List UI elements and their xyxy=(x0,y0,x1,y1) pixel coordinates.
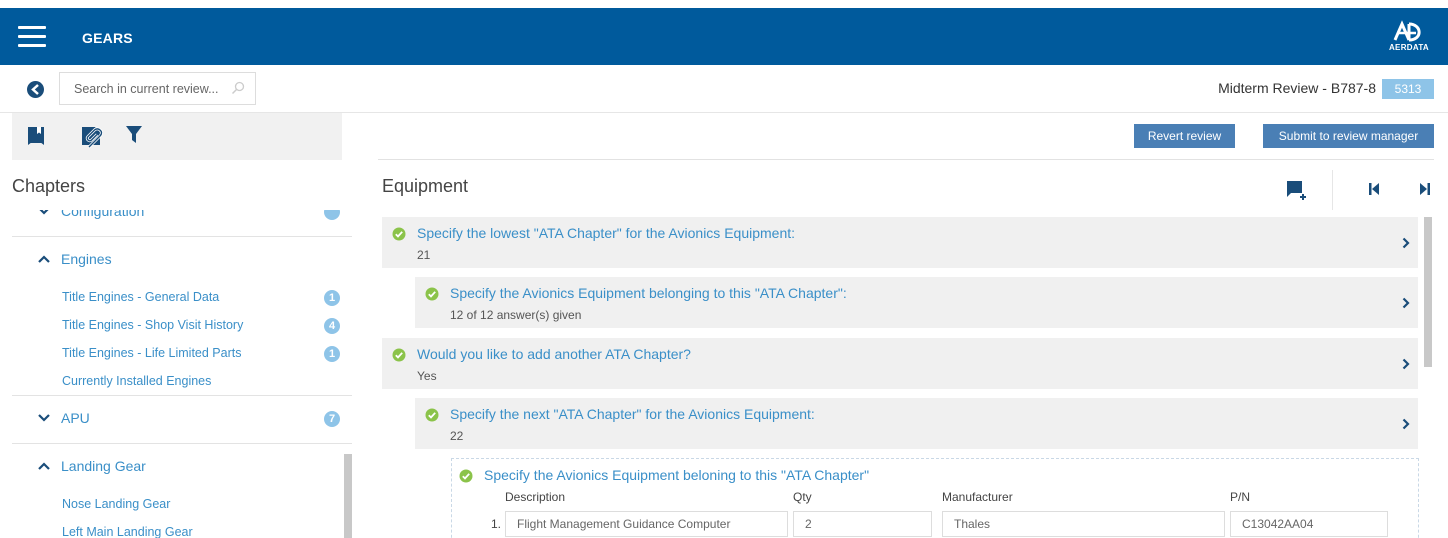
chevron-down-icon xyxy=(39,210,49,215)
question-row[interactable]: Specify the next "ATA Chapter" for the A… xyxy=(415,398,1418,449)
question-answer: 22 xyxy=(450,429,464,443)
chevron-up-icon xyxy=(38,462,50,470)
main-header-icons xyxy=(1284,170,1434,210)
chapter-label: Landing Gear xyxy=(61,458,146,474)
review-title: Midterm Review - B787-8 xyxy=(1218,80,1376,96)
question-row[interactable]: Specify the lowest "ATA Chapter" for the… xyxy=(382,217,1418,268)
description-field[interactable]: Flight Management Guidance Computer xyxy=(505,511,788,537)
qty-field[interactable]: 2 xyxy=(793,511,932,537)
chevron-down-icon xyxy=(38,414,50,422)
check-circle-icon xyxy=(425,287,439,301)
pn-field[interactable]: C13042AA04 xyxy=(1230,511,1388,537)
equipment-detail-panel: Specify the Avionics Equipment beloning … xyxy=(451,458,1419,538)
chapter-label: APU xyxy=(61,410,90,426)
main-scrollbar[interactable] xyxy=(1424,217,1432,367)
column-header-pn: P/N xyxy=(1230,490,1251,504)
aerdata-logo: AERDATA xyxy=(1386,20,1432,56)
search-box xyxy=(59,72,256,105)
question-text: Would you like to add another ATA Chapte… xyxy=(417,346,691,362)
question-row[interactable]: Specify the Avionics Equipment belonging… xyxy=(415,277,1418,328)
submit-review-button[interactable]: Submit to review manager xyxy=(1263,124,1434,148)
sidebar-toolbar xyxy=(12,113,342,160)
search-input[interactable] xyxy=(60,73,225,104)
first-icon[interactable] xyxy=(1368,182,1380,196)
search-icon[interactable] xyxy=(231,81,245,95)
sidebar-item[interactable]: Nose Landing Gear xyxy=(12,491,352,519)
bookmark-icon[interactable] xyxy=(26,125,46,147)
section-title: Equipment xyxy=(382,176,469,196)
add-comment-icon[interactable] xyxy=(1286,180,1308,200)
chevron-right-icon[interactable] xyxy=(1402,418,1410,430)
sidebar-item[interactable]: Left Main Landing Gear xyxy=(12,519,352,538)
divider xyxy=(1332,170,1333,210)
sidebar-item[interactable]: Title Engines - General Data 1 xyxy=(12,284,352,312)
chapters-sidebar: Configuration Engines Title Engines - Ge… xyxy=(12,210,352,538)
check-circle-icon xyxy=(425,408,439,422)
question-text: Specify the lowest "ATA Chapter" for the… xyxy=(417,225,796,241)
filter-icon[interactable] xyxy=(126,125,142,145)
chevron-right-icon[interactable] xyxy=(1402,358,1410,370)
column-header-manufacturer: Manufacturer xyxy=(942,490,1013,504)
column-header-description: Description xyxy=(505,490,566,504)
app-title: GEARS xyxy=(82,30,133,46)
chevron-right-icon[interactable] xyxy=(1402,237,1410,249)
divider xyxy=(378,159,1434,160)
chapter-configuration[interactable]: Configuration xyxy=(12,210,352,237)
chapter-landing-gear-header[interactable]: Landing Gear xyxy=(12,444,352,491)
check-circle-icon xyxy=(392,227,406,241)
question-text: Specify the Avionics Equipment belonging… xyxy=(450,285,847,301)
last-icon[interactable] xyxy=(1419,182,1431,196)
item-count-badge: 4 xyxy=(324,318,340,334)
back-icon[interactable] xyxy=(27,81,44,98)
revert-review-button[interactable]: Revert review xyxy=(1134,124,1235,148)
chevron-up-icon xyxy=(38,255,50,263)
detail-title: Specify the Avionics Equipment beloning … xyxy=(484,467,870,483)
review-id-badge: 5313 xyxy=(1382,79,1434,99)
app-root: GEARS AERDATA Midterm Review - B787-8 53… xyxy=(0,0,1448,538)
column-header-qty: Qty xyxy=(793,490,812,504)
attachment-icon[interactable] xyxy=(80,125,104,149)
sidebar-item-label: Title Engines - General Data xyxy=(62,290,220,304)
chapter-engines: Engines Title Engines - General Data 1 T… xyxy=(12,237,352,396)
chapter-engines-header[interactable]: Engines xyxy=(12,237,352,284)
chapter-label: Engines xyxy=(61,251,112,267)
sidebar-scrollbar[interactable] xyxy=(344,454,352,538)
chapters-title: Chapters xyxy=(12,176,86,196)
check-circle-icon xyxy=(459,469,473,483)
chevron-right-icon[interactable] xyxy=(1402,297,1410,309)
sidebar-item-label: Title Engines - Life Limited Parts xyxy=(62,346,242,360)
chapter-count-badge: 7 xyxy=(324,411,340,427)
questions-panel: Specify the lowest "ATA Chapter" for the… xyxy=(382,217,1434,538)
sidebar-item-label: Title Engines - Shop Visit History xyxy=(62,318,244,332)
sidebar-item-label: Left Main Landing Gear xyxy=(62,525,193,538)
menu-icon[interactable] xyxy=(18,26,46,48)
question-row[interactable]: Would you like to add another ATA Chapte… xyxy=(382,338,1418,389)
chapter-landing-gear: Landing Gear Nose Landing Gear Left Main… xyxy=(12,444,352,538)
question-text: Specify the next "ATA Chapter" for the A… xyxy=(450,406,815,422)
item-count-badge: 1 xyxy=(324,346,340,362)
chapter-count xyxy=(324,210,340,220)
chapter-apu[interactable]: APU 7 xyxy=(12,396,352,444)
question-answer: Yes xyxy=(417,369,437,383)
sidebar-item[interactable]: Title Engines - Shop Visit History 4 xyxy=(12,312,352,340)
sidebar-item-label: Currently Installed Engines xyxy=(62,374,212,388)
sidebar-item[interactable]: Currently Installed Engines xyxy=(12,368,352,396)
item-count-badge: 1 xyxy=(324,290,340,306)
top-bar: GEARS AERDATA xyxy=(0,8,1448,65)
sub-bar: Midterm Review - B787-8 5313 xyxy=(0,65,1448,113)
row-number: 1. xyxy=(491,517,502,531)
question-answer: 12 of 12 answer(s) given xyxy=(450,308,582,322)
question-answer: 21 xyxy=(417,248,431,262)
manufacturer-field[interactable]: Thales xyxy=(942,511,1225,537)
sidebar-item-label: Nose Landing Gear xyxy=(62,497,171,511)
check-circle-icon xyxy=(392,348,406,362)
sidebar-item[interactable]: Title Engines - Life Limited Parts 1 xyxy=(12,340,352,368)
chapter-label: Configuration xyxy=(61,210,145,219)
